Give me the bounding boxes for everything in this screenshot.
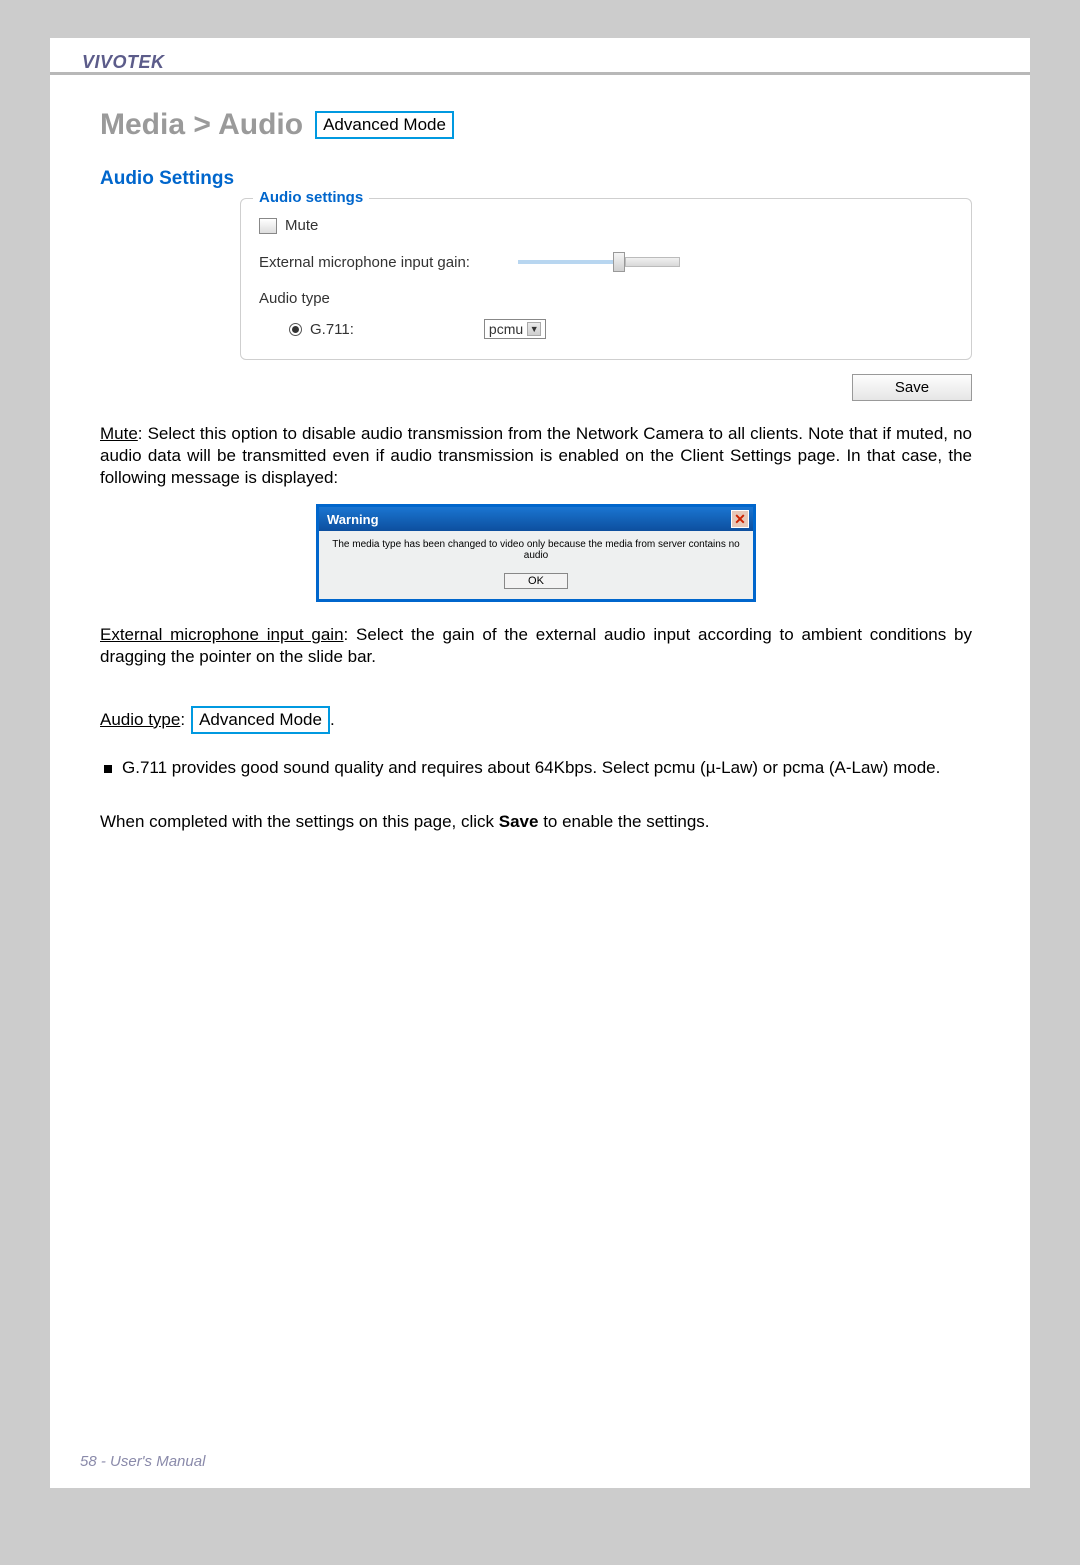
codec-select-value: pcmu xyxy=(489,321,523,337)
audio-type-colon: : xyxy=(180,710,185,730)
section-title: Audio Settings xyxy=(100,168,972,190)
mute-description: : Select this option to disable audio tr… xyxy=(100,424,972,487)
page-content: Media > Audio Advanced Mode Audio Settin… xyxy=(100,108,972,832)
gain-paragraph: External microphone input gain: Select t… xyxy=(100,624,972,668)
gain-term: External microphone input gain xyxy=(100,625,344,644)
brand-text: VIVOTEK xyxy=(82,52,165,73)
advanced-mode-badge: Advanced Mode xyxy=(315,111,454,139)
completion-post: to enable the settings. xyxy=(538,812,709,831)
advanced-mode-badge-2: Advanced Mode xyxy=(191,706,330,734)
breadcrumb-text: Media > Audio xyxy=(100,108,303,142)
save-row: Save xyxy=(240,374,972,401)
g711-bullet: G.711 provides good sound quality and re… xyxy=(100,758,972,778)
mute-paragraph: Mute: Select this option to disable audi… xyxy=(100,423,972,488)
dialog-message: The media type has been changed to video… xyxy=(329,539,743,561)
audio-settings-panel: Audio settings Mute External microphone … xyxy=(240,198,972,401)
audio-type-term: Audio type xyxy=(100,710,180,730)
mute-term: Mute xyxy=(100,424,138,443)
page-header: VIVOTEK xyxy=(50,52,1030,82)
mute-row: Mute xyxy=(259,217,953,234)
save-button[interactable]: Save xyxy=(852,374,972,401)
audio-type-line: Audio type: Advanced Mode . xyxy=(100,706,972,734)
gain-label: External microphone input gain: xyxy=(259,254,470,271)
slider-thumb[interactable] xyxy=(613,252,625,272)
slider-track-left xyxy=(518,260,613,264)
bullet-icon xyxy=(104,765,112,773)
audio-type-row: Audio type xyxy=(259,290,953,307)
slider-track-right xyxy=(625,257,680,267)
g711-text: G.711 provides good sound quality and re… xyxy=(122,758,940,778)
fieldset-legend: Audio settings xyxy=(253,189,369,206)
dialog-title: Warning xyxy=(327,512,379,527)
g711-radio[interactable] xyxy=(289,323,302,336)
codec-row: G.711: pcmu ▼ xyxy=(289,319,953,339)
warning-dialog: Warning ✕ The media type has been change… xyxy=(316,504,756,602)
mute-label: Mute xyxy=(285,217,318,234)
audio-type-period: . xyxy=(330,710,335,730)
page-footer: 58 - User's Manual xyxy=(80,1453,205,1470)
radio-dot-icon xyxy=(292,326,299,333)
header-rule xyxy=(50,72,1030,75)
audio-type-label: Audio type xyxy=(259,290,330,307)
warning-dialog-wrap: Warning ✕ The media type has been change… xyxy=(100,504,972,602)
close-icon[interactable]: ✕ xyxy=(731,510,749,528)
completion-pre: When completed with the settings on this… xyxy=(100,812,499,831)
audio-fieldset: Audio settings Mute External microphone … xyxy=(240,198,972,360)
g711-label: G.711: xyxy=(310,321,354,338)
ok-button[interactable]: OK xyxy=(504,573,568,589)
gain-slider[interactable] xyxy=(518,252,680,272)
mute-checkbox[interactable] xyxy=(259,218,277,234)
codec-select[interactable]: pcmu ▼ xyxy=(484,319,546,339)
chevron-down-icon: ▼ xyxy=(527,322,541,336)
completion-save: Save xyxy=(499,812,539,831)
breadcrumb: Media > Audio Advanced Mode xyxy=(100,108,972,142)
completion-paragraph: When completed with the settings on this… xyxy=(100,812,972,832)
gain-row: External microphone input gain: xyxy=(259,252,953,272)
document-page: VIVOTEK Media > Audio Advanced Mode Audi… xyxy=(50,38,1030,1488)
dialog-titlebar: Warning ✕ xyxy=(319,507,753,531)
dialog-body: The media type has been changed to video… xyxy=(319,531,753,599)
